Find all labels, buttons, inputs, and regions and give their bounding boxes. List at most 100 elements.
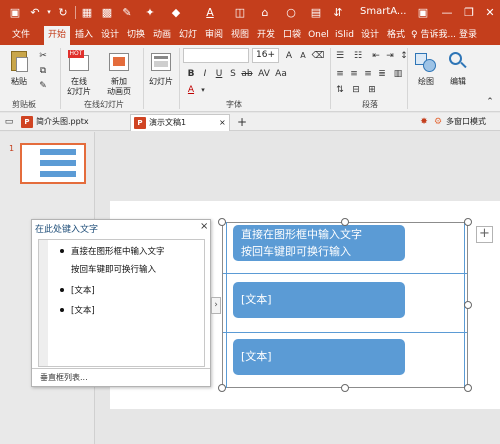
redo-icon[interactable]: ↻ [55, 4, 71, 20]
link-icon[interactable]: ⌂ [257, 4, 273, 20]
tab-view[interactable]: 视图 [228, 26, 252, 45]
online-slides-button[interactable]: HOT 在线 幻灯片 [66, 49, 92, 97]
pen-icon[interactable]: ✎ [119, 4, 135, 20]
align-left-icon[interactable]: ≡ [334, 67, 346, 80]
convert-smartart-icon[interactable]: ⊞ [366, 83, 378, 96]
tab-home[interactable]: 开始 [44, 26, 70, 45]
line-spacing-icon[interactable]: ↕ [398, 49, 410, 62]
new-slide-button[interactable]: 新加 动画页 [106, 49, 132, 97]
shadow-icon[interactable]: S [227, 67, 239, 80]
multi-window-mode[interactable]: 多窗口模式 [446, 116, 486, 127]
resize-handle[interactable] [341, 384, 349, 392]
copy-icon[interactable]: ⧉ [37, 64, 49, 77]
align-right-icon[interactable]: ≡ [362, 67, 374, 80]
tab-onekey[interactable]: Onel [306, 26, 331, 45]
justify-icon[interactable]: ≣ [376, 67, 388, 80]
doc-tab-close-icon[interactable]: × [219, 115, 226, 131]
italic-icon[interactable]: I [199, 67, 211, 80]
char-spacing-icon[interactable]: AV [258, 67, 270, 80]
slides-button[interactable]: 幻灯片 [148, 49, 174, 87]
resize-handle[interactable] [218, 384, 226, 392]
bullets-icon[interactable]: ☰ [334, 49, 346, 62]
font-name-box[interactable] [183, 48, 249, 63]
shapes-icon[interactable]: ○ [283, 4, 299, 20]
tab-file[interactable]: 文件 [6, 26, 36, 45]
grid-icon[interactable]: ▩ [99, 4, 115, 20]
text-pane-item-1[interactable]: 直接在图形框中输入文字 [71, 245, 165, 257]
more-icon[interactable]: ⇵ [330, 4, 346, 20]
close-icon[interactable]: ✕ [481, 3, 499, 21]
cut-icon[interactable]: ✂ [37, 49, 49, 62]
font-color-dropdown-icon[interactable]: ▾ [197, 83, 209, 96]
resize-handle[interactable] [464, 384, 472, 392]
slide-thumbnail[interactable] [20, 143, 86, 184]
drawing-button[interactable]: 绘图 [413, 49, 439, 87]
text-pane-footer[interactable]: 垂直框列表... [32, 368, 210, 386]
collapse-ribbon-icon[interactable]: ⌃ [484, 95, 496, 108]
text-pane-item-2[interactable]: [文本] [71, 284, 95, 296]
text-pane-toggle-icon[interactable]: › [211, 297, 221, 314]
grow-font-icon[interactable]: A [283, 49, 295, 62]
save-icon[interactable]: ▣ [7, 4, 23, 20]
tab-islide[interactable]: iSlid [332, 26, 357, 45]
restore-icon[interactable]: ❐ [460, 3, 478, 21]
smartart-shape-2[interactable]: [文本] [233, 282, 405, 318]
font-color-button-icon[interactable]: A [185, 83, 197, 96]
shape-icon[interactable]: ◫ [232, 4, 248, 20]
align-text-icon[interactable]: ⊟ [350, 83, 362, 96]
bold-icon[interactable]: B [185, 67, 197, 80]
tab-format[interactable]: 格式 [384, 26, 408, 45]
tab-tool-icon[interactable]: ✸ [418, 115, 430, 128]
tab-smartart-design[interactable]: 设计 [358, 26, 382, 45]
align-center-icon[interactable]: ≡ [348, 67, 360, 80]
smartart-shape-3[interactable]: [文本] [233, 339, 405, 375]
login-link[interactable]: 登录 [459, 26, 477, 45]
columns-icon[interactable]: ▥ [392, 67, 404, 80]
numbering-icon[interactable]: ☷ [352, 49, 364, 62]
layout-options-button[interactable]: + [476, 226, 493, 243]
minimize-icon[interactable]: — [438, 3, 456, 21]
new-tab-icon[interactable]: + [236, 115, 248, 129]
decrease-indent-icon[interactable]: ⇤ [370, 49, 382, 62]
text-pane-item-1-cont[interactable]: 按回车键即可换行输入 [71, 263, 156, 275]
tab-animations[interactable]: 动画 [150, 26, 174, 45]
ribbon-display-icon[interactable]: ▣ [414, 3, 432, 21]
brush-icon[interactable]: ✦ [142, 4, 158, 20]
tell-me-search[interactable]: ♀ 告诉我... [411, 26, 456, 45]
increase-indent-icon[interactable]: ⇥ [384, 49, 396, 62]
strikethrough-icon[interactable]: ab [241, 67, 253, 80]
resize-handle[interactable] [341, 218, 349, 226]
pin-icon[interactable]: ▭ [3, 115, 15, 128]
format-painter-icon[interactable]: ✎ [37, 79, 49, 92]
underline-icon[interactable]: U [213, 67, 225, 80]
tab-pocket[interactable]: 口袋 [280, 26, 304, 45]
text-pane-item-3[interactable]: [文本] [71, 304, 95, 316]
tab-transitions[interactable]: 切换 [124, 26, 148, 45]
shrink-font-icon[interactable]: A [297, 49, 309, 62]
tab-design[interactable]: 设计 [98, 26, 122, 45]
font-color-icon[interactable]: A [202, 4, 218, 20]
resize-handle[interactable] [464, 301, 472, 309]
paste-button[interactable]: 粘贴 [6, 49, 32, 87]
tab-review[interactable]: 审阅 [202, 26, 226, 45]
customize-icon[interactable]: ▤ [308, 4, 324, 20]
fill-color-icon[interactable]: ◆ [168, 4, 184, 20]
text-pane-editor[interactable]: 直接在图形框中输入文字 按回车键即可换行输入 [文本] [文本] [38, 239, 205, 367]
editing-button[interactable]: 编辑 [445, 49, 471, 87]
layout-icon[interactable]: ▦ [79, 4, 95, 20]
doc-tab-1[interactable]: P 简介头图.pptx [18, 114, 126, 131]
smartart-shape-1[interactable]: 直接在图形框中输入文字 按回车键即可换行输入 [233, 225, 405, 261]
clear-format-icon[interactable]: ⌫ [312, 49, 325, 62]
doc-tab-2[interactable]: P 演示文稿1 × [130, 114, 230, 131]
slide-number: 1 [9, 144, 15, 153]
settings-gear-icon[interactable]: ⚙ [432, 115, 444, 128]
tab-insert[interactable]: 插入 [72, 26, 96, 45]
resize-handle[interactable] [218, 218, 226, 226]
resize-handle[interactable] [464, 218, 472, 226]
tab-developer[interactable]: 开发 [254, 26, 278, 45]
text-pane-close-icon[interactable]: × [200, 221, 208, 232]
text-direction-icon[interactable]: ⇅ [334, 83, 346, 96]
change-case-icon[interactable]: Aa [275, 67, 287, 80]
font-size-box[interactable]: 16+ [252, 48, 279, 63]
tab-slideshow[interactable]: 幻灯 [176, 26, 200, 45]
